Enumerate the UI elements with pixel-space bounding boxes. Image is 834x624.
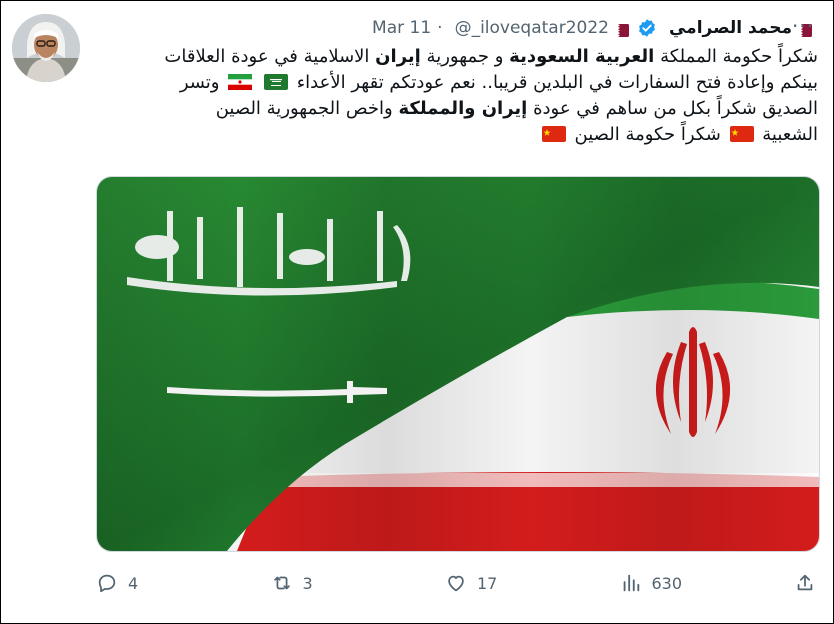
- tweet-text-line: بينكم وإعادة فتح السفارات في البلدين قري…: [96, 70, 818, 96]
- text-span: واخص الجمهورية الصين: [215, 98, 399, 119]
- text-span: شكراً حكومة الصين: [568, 124, 721, 145]
- verified-icon: [637, 18, 657, 38]
- tweet-text-line: شكراً حكومة المملكة العربية السعودية و ج…: [96, 44, 818, 70]
- text-span: الشعبية: [756, 124, 818, 145]
- china-flag-icon: [729, 124, 754, 142]
- china-flag-icon: [541, 124, 566, 142]
- tweet-text-line: الشعبية شكراً حكومة الصين: [96, 122, 818, 148]
- tweet-media-image[interactable]: [96, 176, 820, 552]
- tweet-actions: 4 3 17 630: [96, 568, 816, 598]
- retweet-button[interactable]: 3: [271, 572, 421, 594]
- like-count: 17: [477, 573, 498, 593]
- text-bold: إيران والمملكة: [398, 98, 528, 119]
- tweet-text-line: الصديق شكراً بكل من ساهم في عودة إيران و…: [96, 96, 818, 122]
- like-icon: [448, 575, 464, 592]
- handle[interactable]: @_iloveqatar2022: [455, 18, 609, 38]
- text-span: وتسر: [179, 72, 220, 93]
- tweet-text: شكراً حكومة المملكة العربية السعودية و ج…: [96, 44, 818, 148]
- text-span: و جمهورية: [420, 46, 510, 67]
- qatar-flag-icon: [612, 22, 629, 37]
- avatar[interactable]: [12, 14, 80, 82]
- saudi-flag-icon: [263, 72, 288, 90]
- views-count: 630: [651, 573, 683, 593]
- text-bold: العربية السعودية: [509, 46, 655, 67]
- separator-dot: ·: [437, 18, 443, 38]
- more-icon[interactable]: ···: [792, 14, 814, 38]
- share-icon: [797, 574, 813, 591]
- views-icon: [623, 574, 639, 592]
- text-span: الاسلامية في عودة العلاقات: [164, 46, 376, 67]
- views-button[interactable]: 630: [620, 572, 770, 594]
- retweet-count: 3: [302, 573, 313, 593]
- text-bold: إيران: [375, 46, 421, 67]
- like-button[interactable]: 17: [445, 572, 595, 594]
- tweet-header: Mar 11 · @_iloveqatar2022 محمد الصرامي: [96, 14, 816, 42]
- reply-icon: [98, 574, 116, 593]
- iran-flag-icon: [228, 72, 253, 90]
- display-name[interactable]: محمد الصرامي: [669, 18, 792, 38]
- retweet-icon: [273, 576, 290, 590]
- reply-button[interactable]: 4: [96, 572, 246, 594]
- share-button[interactable]: [794, 572, 816, 594]
- text-span: شكراً حكومة المملكة: [654, 46, 818, 67]
- text-span: الصديق شكراً بكل من ساهم في عودة: [527, 98, 818, 119]
- text-span: بينكم وإعادة فتح السفارات في البلدين قري…: [296, 72, 818, 93]
- reply-count: 4: [128, 573, 139, 593]
- date[interactable]: Mar 11: [372, 18, 431, 38]
